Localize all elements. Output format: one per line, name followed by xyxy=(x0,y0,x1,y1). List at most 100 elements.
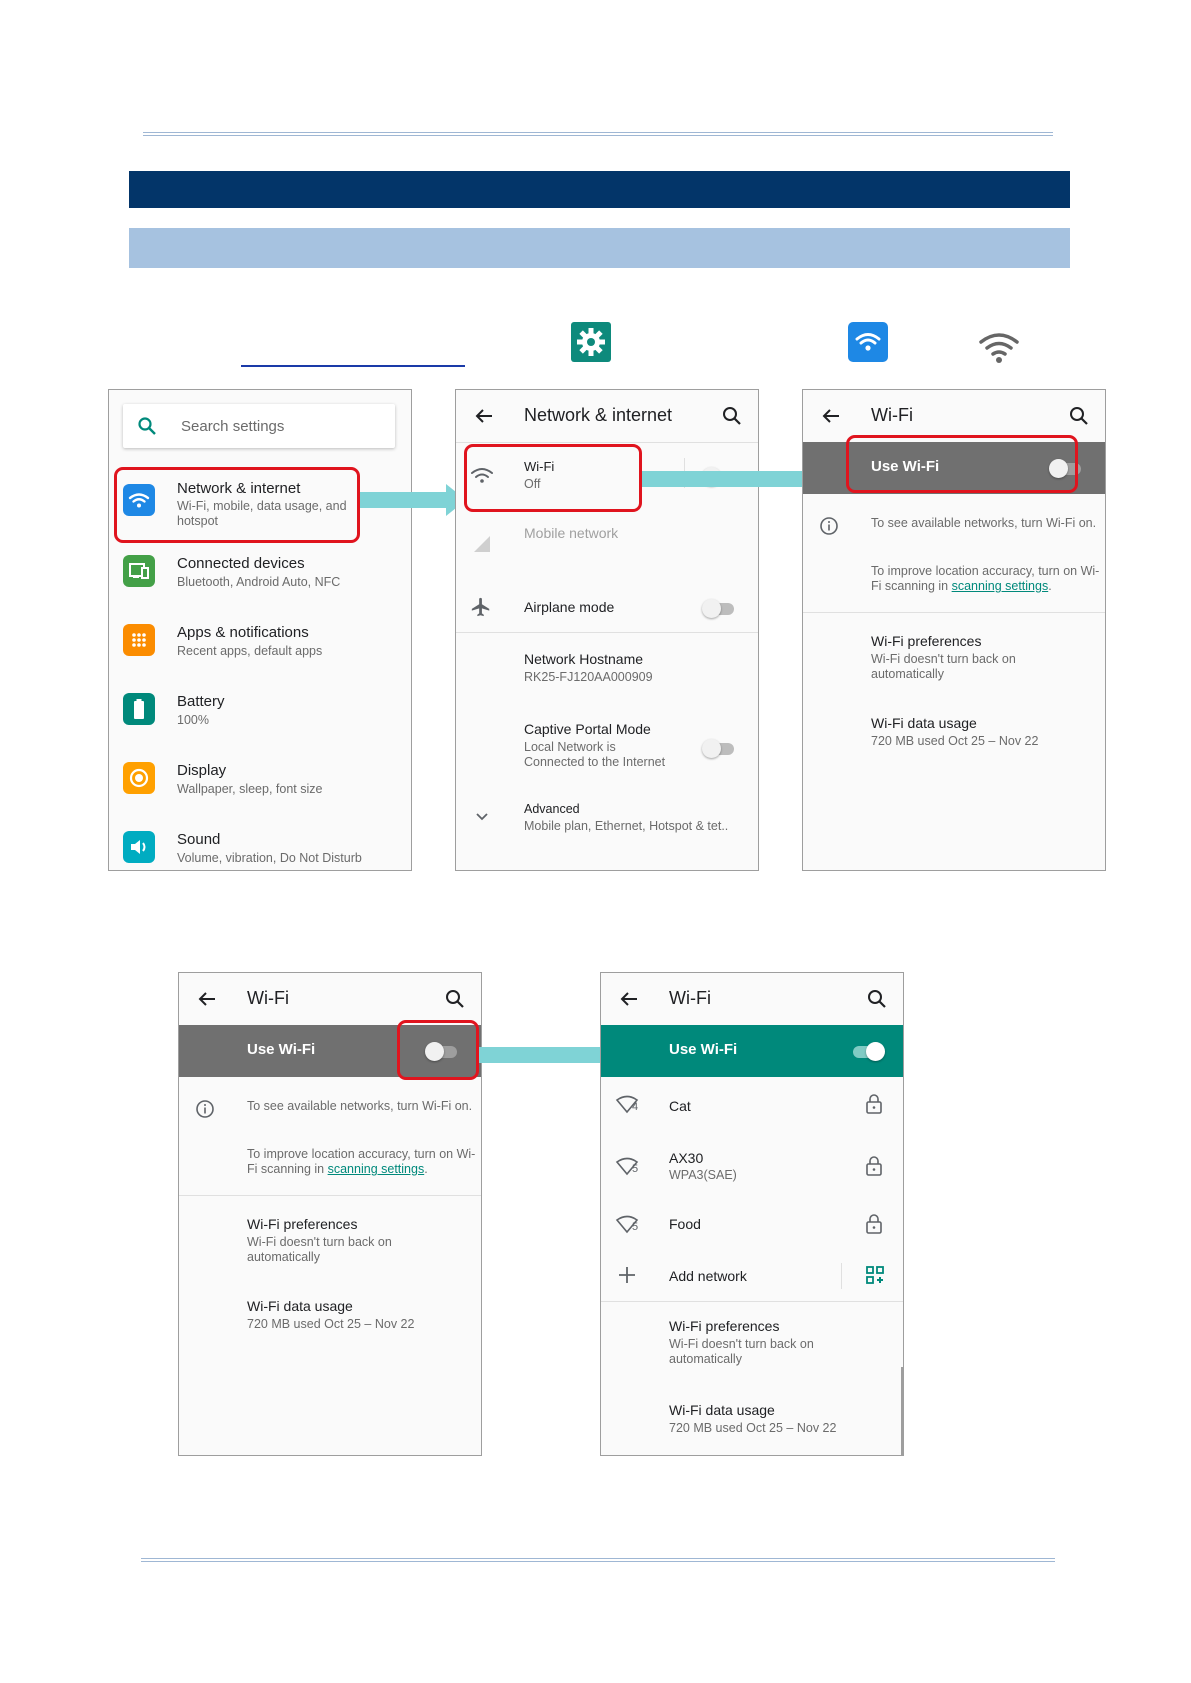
wifi-preferences-row[interactable]: Wi-Fi preferences Wi-Fi doesn't turn bac… xyxy=(601,1303,903,1375)
app-bar: Wi-Fi xyxy=(179,973,481,1025)
search-icon[interactable] xyxy=(1067,404,1091,428)
airplane-mode-toggle[interactable] xyxy=(702,598,736,618)
airplane-mode-row[interactable]: Airplane mode xyxy=(456,576,758,640)
settings-item-display[interactable]: Display Wallpaper, sleep, font size xyxy=(109,752,411,812)
flow-arrow xyxy=(360,492,446,508)
wifi-data-usage-row[interactable]: Wi-Fi data usage 720 MB used Oct 25 – No… xyxy=(803,702,1105,762)
network-row[interactable]: 5 AX30 WPA3(SAE) xyxy=(601,1135,903,1195)
settings-item-title: Sound xyxy=(177,831,221,848)
lock-icon xyxy=(866,1156,882,1176)
airplane-icon xyxy=(471,597,490,617)
back-arrow-icon[interactable] xyxy=(819,404,843,428)
wifi-preferences-title: Wi-Fi preferences xyxy=(871,633,982,649)
captive-portal-row[interactable]: Captive Portal Mode Local Network is Con… xyxy=(456,708,758,780)
wifi-data-usage-subtitle: 720 MB used Oct 25 – Nov 22 xyxy=(669,1421,837,1435)
settings-item-connected-devices[interactable]: Connected devices Bluetooth, Android Aut… xyxy=(109,545,411,605)
settings-item-subtitle: Volume, vibration, Do Not Disturb xyxy=(177,851,362,865)
use-wifi-label: Use Wi-Fi xyxy=(669,1041,738,1058)
wifi-preferences-row[interactable]: Wi-Fi preferences Wi-Fi doesn't turn bac… xyxy=(179,1203,481,1273)
settings-item-subtitle: Bluetooth, Android Auto, NFC xyxy=(177,575,341,589)
settings-item-title: Display xyxy=(177,762,227,779)
highlight-wifi-toggle xyxy=(397,1020,479,1080)
back-arrow-icon[interactable] xyxy=(617,987,641,1011)
back-arrow-icon[interactable] xyxy=(472,404,496,428)
network-detail: WPA3(SAE) xyxy=(669,1168,737,1182)
scrollbar[interactable] xyxy=(901,1367,903,1455)
flow-arrow xyxy=(479,1047,615,1063)
wifi-signal-level: 5 xyxy=(632,1163,639,1175)
wifi-data-usage-title: Wi-Fi data usage xyxy=(247,1298,353,1314)
battery-icon xyxy=(123,693,155,725)
settings-screen: Search settings Network & internet Wi-Fi… xyxy=(108,389,412,871)
highlight-wifi-row xyxy=(464,444,642,512)
search-icon[interactable] xyxy=(443,987,467,1011)
network-row[interactable]: 5 Food xyxy=(601,1197,903,1251)
scanning-settings-link[interactable]: scanning settings xyxy=(328,1162,425,1176)
divider xyxy=(601,1301,903,1302)
search-icon[interactable] xyxy=(720,404,744,428)
add-network-label: Add network xyxy=(669,1268,747,1284)
settings-item-sound[interactable]: Sound Volume, vibration, Do Not Disturb xyxy=(109,821,411,870)
add-network-row[interactable]: Add network xyxy=(601,1251,903,1301)
network-name: Cat xyxy=(669,1098,691,1114)
vertical-divider xyxy=(841,1263,842,1289)
search-icon xyxy=(138,417,156,435)
divider xyxy=(803,612,1105,613)
divider xyxy=(456,632,758,633)
scanning-settings-link[interactable]: scanning settings xyxy=(952,579,1049,593)
captive-portal-status: Local Network is xyxy=(524,740,616,754)
captive-portal-status-2: Connected to the Internet xyxy=(524,755,666,769)
devices-icon xyxy=(123,555,155,587)
info-icon xyxy=(196,1100,214,1118)
settings-item-battery[interactable]: Battery 100% xyxy=(109,683,411,743)
network-name: AX30 xyxy=(669,1150,704,1166)
network-name: Food xyxy=(669,1216,701,1232)
subsection-title-band xyxy=(129,228,1070,268)
flow-arrow xyxy=(642,471,804,487)
qr-code-icon[interactable] xyxy=(865,1265,885,1285)
apps-icon xyxy=(123,624,155,656)
settings-item-title: Connected devices xyxy=(177,555,305,572)
divider xyxy=(456,442,758,443)
display-icon xyxy=(123,762,155,794)
wifi-data-usage-title: Wi-Fi data usage xyxy=(669,1402,775,1418)
network-row[interactable]: 4 Cat xyxy=(601,1079,903,1133)
lock-icon xyxy=(866,1214,882,1234)
screen-title: Wi-Fi xyxy=(247,988,289,1008)
wifi-preferences-row[interactable]: Wi-Fi preferences Wi-Fi doesn't turn bac… xyxy=(803,620,1105,690)
app-bar: Wi-Fi xyxy=(601,973,903,1025)
hostname-row[interactable]: Network Hostname RK25-FJ120AA000909 xyxy=(456,638,758,702)
highlight-use-wifi xyxy=(846,435,1078,493)
highlight-network-internet xyxy=(114,467,360,543)
wifi-preferences-title: Wi-Fi preferences xyxy=(669,1318,780,1334)
info-text-scanning: To improve location accuracy, turn on Wi… xyxy=(871,564,1101,594)
use-wifi-bar[interactable]: Use Wi-Fi xyxy=(601,1025,903,1077)
wifi-icon xyxy=(977,330,1021,366)
hostname-title: Network Hostname xyxy=(524,651,644,667)
info-icon xyxy=(820,517,838,535)
hyperlink-underline[interactable] xyxy=(241,365,465,367)
search-bar[interactable]: Search settings xyxy=(123,404,395,448)
settings-item-apps[interactable]: Apps & notifications Recent apps, defaul… xyxy=(109,614,411,674)
wifi-data-usage-row[interactable]: Wi-Fi data usage 720 MB used Oct 25 – No… xyxy=(601,1387,903,1447)
settings-item-title: Apps & notifications xyxy=(177,624,309,641)
wifi-on-screen: Wi-Fi Use Wi-Fi 4 Cat 5 AX30 WPA3(SAE) 5… xyxy=(600,972,904,1456)
wifi-preferences-subtitle: Wi-Fi doesn't turn back on automatically xyxy=(871,652,1016,681)
lock-icon xyxy=(866,1094,882,1114)
settings-item-subtitle: Wallpaper, sleep, font size xyxy=(177,782,323,796)
info-text-scanning: To improve location accuracy, turn on Wi… xyxy=(247,1147,477,1177)
wifi-data-usage-row[interactable]: Wi-Fi data usage 720 MB used Oct 25 – No… xyxy=(179,1285,481,1345)
back-arrow-icon[interactable] xyxy=(195,987,219,1011)
wifi-preferences-subtitle: Wi-Fi doesn't turn back on automatically xyxy=(247,1235,392,1264)
app-bar: Network & internet xyxy=(456,390,758,442)
settings-item-subtitle: 100% xyxy=(177,713,209,727)
divider xyxy=(179,1195,481,1196)
advanced-row[interactable]: Advanced Mobile plan, Ethernet, Hotspot … xyxy=(456,788,758,852)
captive-portal-toggle[interactable] xyxy=(702,738,736,758)
wifi-data-usage-subtitle: 720 MB used Oct 25 – Nov 22 xyxy=(871,734,1039,748)
search-icon[interactable] xyxy=(865,987,889,1011)
use-wifi-toggle[interactable] xyxy=(851,1041,885,1061)
info-text-networks: To see available networks, turn Wi-Fi on… xyxy=(871,516,1097,530)
mobile-network-title: Mobile network xyxy=(524,525,619,541)
cell-signal-icon xyxy=(474,536,490,552)
